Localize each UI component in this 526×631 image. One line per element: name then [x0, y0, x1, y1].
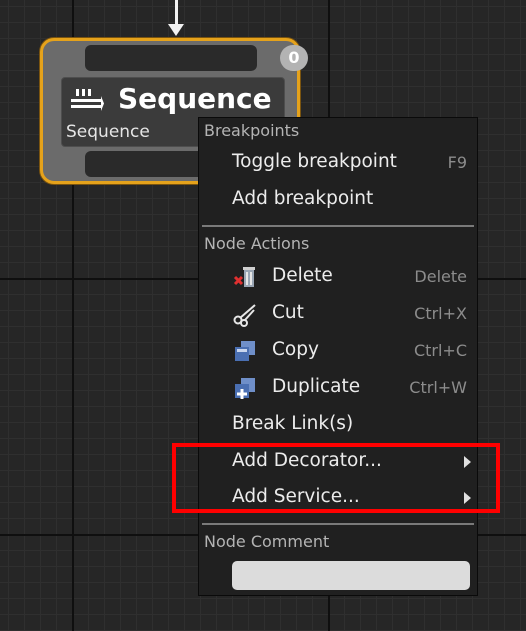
- break-links-item[interactable]: Break Link(s): [199, 408, 477, 442]
- toggle-breakpoint-shortcut: F9: [447, 153, 467, 172]
- add-breakpoint-label: Add breakpoint: [232, 188, 374, 209]
- delete-label: Delete: [272, 265, 333, 286]
- chevron-right-icon: [464, 456, 471, 468]
- cut-label: Cut: [272, 302, 304, 323]
- input-pin[interactable]: [85, 45, 257, 71]
- node-title: Sequence: [118, 82, 272, 115]
- duplicate-item[interactable]: Duplicate Ctrl+W: [199, 371, 477, 405]
- menu-divider: [202, 225, 474, 227]
- sequence-icon: [71, 89, 104, 111]
- node-subtitle: Sequence: [66, 122, 150, 142]
- copy-icon: [235, 341, 255, 361]
- delete-shortcut: Delete: [414, 267, 467, 286]
- break-links-label: Break Link(s): [232, 413, 354, 434]
- execution-index-badge: 0: [280, 45, 308, 71]
- duplicate-shortcut: Ctrl+W: [409, 378, 467, 397]
- toggle-breakpoint-label: Toggle breakpoint: [232, 151, 397, 172]
- scissors-icon: [233, 304, 256, 327]
- duplicate-icon: [235, 378, 255, 399]
- add-decorator-item[interactable]: Add Decorator...: [199, 445, 477, 479]
- cut-shortcut: Ctrl+X: [414, 304, 467, 323]
- menu-divider: [202, 523, 474, 525]
- node-comment-field[interactable]: [232, 561, 470, 590]
- section-node-actions: Node Actions: [204, 234, 310, 253]
- add-breakpoint-item[interactable]: Add breakpoint: [199, 183, 477, 217]
- section-breakpoints: Breakpoints: [204, 121, 300, 140]
- copy-item[interactable]: Copy Ctrl+C: [199, 334, 477, 368]
- arrow-down-icon: [168, 24, 184, 36]
- chevron-right-icon: [464, 492, 471, 504]
- copy-label: Copy: [272, 339, 319, 360]
- node-context-menu: Breakpoints Toggle breakpoint F9 Add bre…: [198, 117, 478, 596]
- add-decorator-label: Add Decorator...: [232, 450, 382, 471]
- exec-wire: [175, 0, 178, 26]
- add-service-label: Add Service...: [232, 486, 360, 507]
- toggle-breakpoint-item[interactable]: Toggle breakpoint F9: [199, 146, 477, 180]
- duplicate-label: Duplicate: [272, 376, 361, 397]
- add-service-item[interactable]: Add Service...: [199, 481, 477, 515]
- trash-delete-icon: [233, 267, 255, 287]
- cut-item[interactable]: Cut Ctrl+X: [199, 297, 477, 331]
- copy-shortcut: Ctrl+C: [413, 341, 467, 360]
- section-node-comment: Node Comment: [204, 532, 330, 551]
- delete-item[interactable]: Delete Delete: [199, 260, 477, 294]
